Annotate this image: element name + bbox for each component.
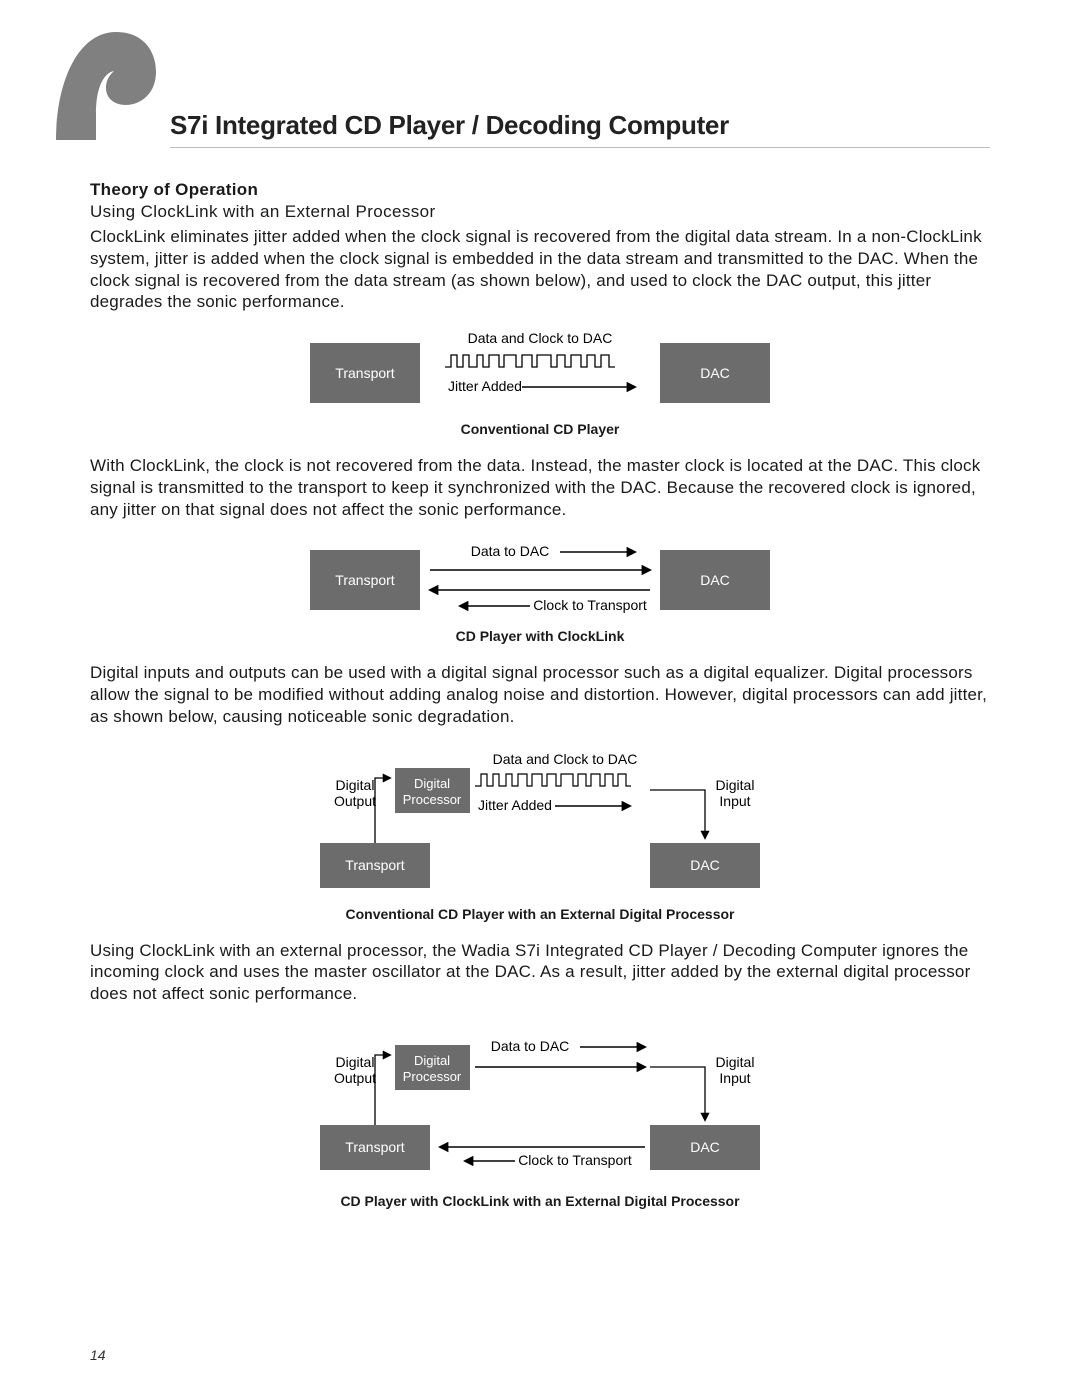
diagram-conventional-external: Digital Processor Transport DAC Digital … <box>90 748 990 898</box>
section-subheading: Using ClockLink with an External Process… <box>90 202 990 222</box>
brand-logo-icon <box>48 32 158 142</box>
diagram-clocklink: Transport DAC Data to DAC Clock to Trans… <box>90 540 990 620</box>
body-paragraph: ClockLink eliminates jitter added when t… <box>90 226 990 313</box>
title-underline <box>170 147 990 148</box>
label-clock: Clock to Transport <box>518 1152 632 1168</box>
svg-text:Output: Output <box>334 793 376 809</box>
box-dac: DAC <box>690 1139 720 1155</box>
box-dp-2: Processor <box>403 792 462 807</box>
page-number: 14 <box>90 1347 106 1363</box>
box-dp-1: Digital <box>414 1053 450 1068</box>
document-title: S7i Integrated CD Player / Decoding Comp… <box>170 110 990 141</box>
body-paragraph: Digital inputs and outputs can be used w… <box>90 662 990 727</box>
label-data-clock: Data and Clock to DAC <box>493 751 638 767</box>
svg-text:Digital: Digital <box>336 1054 375 1070</box>
box-transport: Transport <box>335 365 395 381</box>
box-dac: DAC <box>700 572 730 588</box>
label-jitter: Jitter Added <box>448 378 522 394</box>
diagram-conventional: Transport DAC Data and Clock to DAC Jitt… <box>90 333 990 413</box>
diagram-clocklink-external: Digital Processor Transport DAC Digital … <box>90 1025 990 1185</box>
diagram-caption: Conventional CD Player with an External … <box>90 906 990 922</box>
svg-text:Digital: Digital <box>336 777 375 793</box>
label-data-clock: Data and Clock to DAC <box>468 333 613 346</box>
section-heading: Theory of Operation <box>90 180 990 200</box>
svg-text:Digital: Digital <box>716 1054 755 1070</box>
box-dac: DAC <box>690 857 720 873</box>
box-dp-1: Digital <box>414 776 450 791</box>
box-dac: DAC <box>700 365 730 381</box>
box-transport: Transport <box>335 572 395 588</box>
label-clock: Clock to Transport <box>533 597 647 613</box>
label-data: Data to DAC <box>491 1038 570 1054</box>
box-transport: Transport <box>345 857 405 873</box>
diagram-caption: Conventional CD Player <box>90 421 990 437</box>
diagram-caption: CD Player with ClockLink <box>90 628 990 644</box>
svg-text:Output: Output <box>334 1070 376 1086</box>
svg-text:Input: Input <box>719 793 750 809</box>
svg-text:Digital: Digital <box>716 777 755 793</box>
box-dp-2: Processor <box>403 1069 462 1084</box>
label-jitter: Jitter Added <box>478 797 552 813</box>
label-data: Data to DAC <box>471 543 550 559</box>
svg-text:Input: Input <box>719 1070 750 1086</box>
box-transport: Transport <box>345 1139 405 1155</box>
diagram-caption: CD Player with ClockLink with an Externa… <box>90 1193 990 1209</box>
body-paragraph: With ClockLink, the clock is not recover… <box>90 455 990 520</box>
body-paragraph: Using ClockLink with an external process… <box>90 940 990 1005</box>
